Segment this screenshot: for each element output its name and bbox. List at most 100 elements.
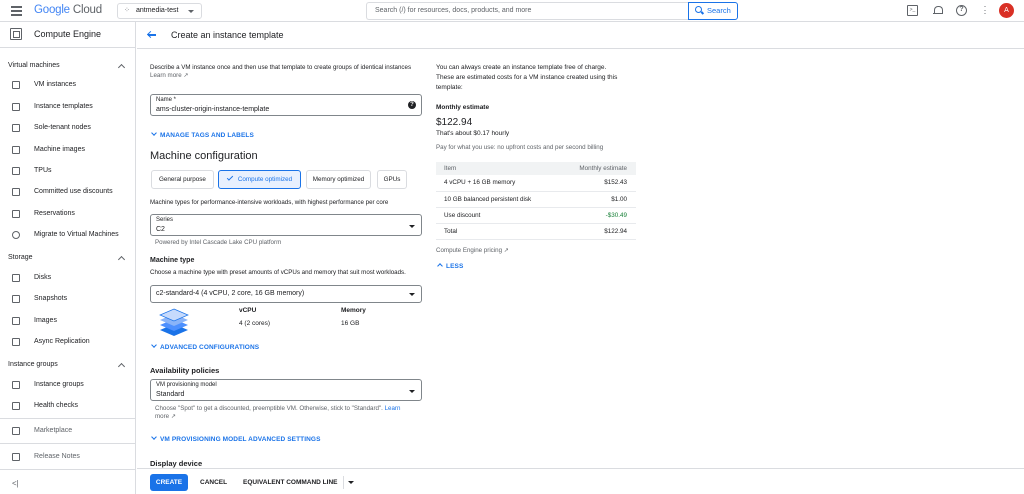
sidebar-item-committed-use-discounts[interactable]: Committed use discounts: [0, 182, 135, 202]
series-select[interactable]: Series C2: [150, 214, 422, 236]
sidebar-item-label: Snapshots: [34, 295, 68, 302]
table-row: Use discount -$30.49: [436, 207, 636, 224]
family-gpus[interactable]: GPUs: [377, 170, 407, 189]
sidebar-item-reservations[interactable]: Reservations: [0, 204, 135, 224]
button-divider: [343, 476, 344, 489]
advanced-configurations-toggle[interactable]: ADVANCED CONFIGURATIONS: [150, 342, 260, 351]
pricing-link[interactable]: Compute Engine pricing ↗: [436, 247, 509, 254]
notifications-bell-icon[interactable]: [932, 5, 943, 16]
equivalent-command-line-button[interactable]: EQUIVALENT COMMAND LINE: [243, 474, 338, 491]
sidebar-item-async-replication[interactable]: Async Replication: [0, 332, 135, 352]
cart-icon: [12, 427, 20, 435]
search-input[interactable]: Search (/) for resources, docs, products…: [366, 2, 689, 20]
sidebar-item-label: Reservations: [34, 210, 75, 217]
chevron-up-icon[interactable]: [117, 362, 126, 371]
help-icon[interactable]: ?: [956, 5, 967, 16]
project-picker[interactable]: ⁘ antmedia-test: [117, 3, 202, 19]
cloud-shell-icon[interactable]: >_: [907, 5, 918, 16]
health-check-icon: [12, 402, 20, 410]
search-button[interactable]: Search: [688, 2, 738, 20]
provisioning-advanced-toggle[interactable]: VM PROVISIONING MODEL ADVANCED SETTINGS: [150, 434, 321, 443]
advanced-configurations-label: ADVANCED CONFIGURATIONS: [160, 344, 260, 351]
create-button[interactable]: CREATE: [150, 474, 188, 491]
family-memory-optimized[interactable]: Memory optimized: [306, 170, 371, 189]
page-header: Create an instance template: [137, 22, 1024, 49]
provisioning-hint-text: Choose "Spot" to get a discounted, preem…: [155, 405, 383, 412]
machine-stack-icon: [159, 308, 189, 336]
provisioning-model-label: VM provisioning model: [156, 382, 217, 388]
sidebar-item-health-checks[interactable]: Health checks: [0, 396, 135, 416]
sidebar-item-label: VM instances: [34, 81, 77, 88]
billing-note: Pay for what you use: no upfront costs a…: [436, 144, 604, 151]
family-description: Machine types for performance-intensive …: [150, 199, 389, 206]
machine-type-select[interactable]: c2-standard-4 (4 vCPU, 2 core, 16 GB mem…: [150, 285, 422, 303]
sidebar-item-sole-tenant-nodes[interactable]: Sole-tenant nodes: [0, 118, 135, 138]
learn-more-link[interactable]: Learn: [385, 405, 401, 412]
avatar[interactable]: A: [999, 3, 1014, 18]
display-device-title: Display device: [150, 459, 203, 468]
family-compute-optimized[interactable]: Compute optimized: [218, 170, 301, 189]
sidebar-item-label: Async Replication: [34, 338, 90, 345]
replication-icon: [12, 338, 20, 346]
learn-more-link[interactable]: Learn more ↗: [150, 72, 189, 79]
chevron-down-icon[interactable]: [348, 481, 354, 484]
cancel-button[interactable]: CANCEL: [200, 474, 227, 491]
dropdown-arrow-icon: [409, 293, 415, 296]
row-cost: $152.43: [555, 175, 636, 192]
series-value: C2: [156, 226, 165, 233]
sidebar-item-label: Instance templates: [34, 103, 93, 110]
sidebar-item-instance-groups[interactable]: Instance groups: [0, 375, 135, 395]
chevron-up-icon: [437, 263, 443, 269]
more-options-icon[interactable]: · · ·: [983, 2, 987, 18]
sidebar-item-snapshots[interactable]: Snapshots: [0, 289, 135, 309]
name-field[interactable]: Name * ams-cluster-origin-instance-templ…: [150, 94, 422, 116]
sidebar-item-machine-images[interactable]: Machine images: [0, 140, 135, 160]
section-instance-groups[interactable]: Instance groups: [8, 361, 58, 368]
learn-more-link-cont[interactable]: more ↗: [155, 413, 176, 420]
chevron-up-icon[interactable]: [117, 63, 126, 72]
section-virtual-machines[interactable]: Virtual machines: [8, 62, 60, 69]
help-icon[interactable]: ?: [408, 101, 416, 109]
sidebar-item-marketplace[interactable]: Marketplace: [0, 421, 135, 441]
sidebar-item-label: Machine images: [34, 146, 85, 153]
hamburger-menu-icon[interactable]: [11, 6, 22, 16]
vm-instance-icon: [12, 81, 20, 89]
section-storage[interactable]: Storage: [8, 254, 33, 261]
google-cloud-logo[interactable]: Google Cloud: [34, 4, 102, 16]
estimate-note-2: These are estimated costs for a VM insta…: [436, 74, 618, 81]
family-general-purpose[interactable]: General purpose: [151, 170, 214, 189]
table-row: 10 GB balanced persistent disk $1.00: [436, 191, 636, 208]
sidebar-item-tpus[interactable]: TPUs: [0, 161, 135, 181]
manage-tags-toggle[interactable]: MANAGE TAGS AND LABELS: [150, 130, 254, 139]
chevron-up-icon[interactable]: [117, 255, 126, 264]
search-icon: [695, 6, 702, 13]
monthly-estimate-value: $122.94: [436, 117, 473, 128]
sidebar-item-images[interactable]: Images: [0, 311, 135, 331]
sidebar-item-label: Instance groups: [34, 381, 84, 388]
sidebar-divider: [0, 418, 135, 419]
sidebar-item-vm-instances[interactable]: VM instances: [0, 75, 135, 95]
table-row: 4 vCPU + 16 GB memory $152.43: [436, 175, 636, 192]
less-label: LESS: [446, 263, 464, 270]
provisioning-model-select[interactable]: VM provisioning model Standard: [150, 379, 422, 401]
action-bar: CREATE CANCEL EQUIVALENT COMMAND LINE: [137, 468, 1024, 494]
calendar-icon: [12, 210, 20, 218]
memory-value: 16 GB: [341, 320, 360, 327]
less-toggle[interactable]: LESS: [436, 263, 463, 270]
search-button-label: Search: [707, 6, 731, 15]
sidebar-item-instance-templates[interactable]: Instance templates: [0, 97, 135, 117]
series-hint: Powered by Intel Cascade Lake CPU platfo…: [155, 239, 282, 246]
col-monthly-estimate: Monthly estimate: [555, 162, 636, 175]
dropdown-arrow-icon: [409, 225, 415, 228]
machine-type-value: c2-standard-4 (4 vCPU, 2 core, 16 GB mem…: [156, 290, 305, 297]
sidebar-item-label: Health checks: [34, 402, 78, 409]
provisioning-model-value: Standard: [156, 391, 185, 398]
tpu-icon: [12, 167, 20, 175]
sidebar-item-release-notes[interactable]: Release Notes: [0, 447, 135, 467]
chevron-down-icon: [151, 130, 157, 136]
back-arrow-icon[interactable]: [147, 30, 157, 40]
sidebar-item-disks[interactable]: Disks: [0, 268, 135, 288]
provisioning-hint: Choose "Spot" to get a discounted, preem…: [155, 405, 400, 412]
collapse-sidebar-icon[interactable]: <|: [12, 479, 19, 488]
sidebar-item-migrate-to-virtual-machines[interactable]: Migrate to Virtual Machines: [0, 225, 135, 245]
